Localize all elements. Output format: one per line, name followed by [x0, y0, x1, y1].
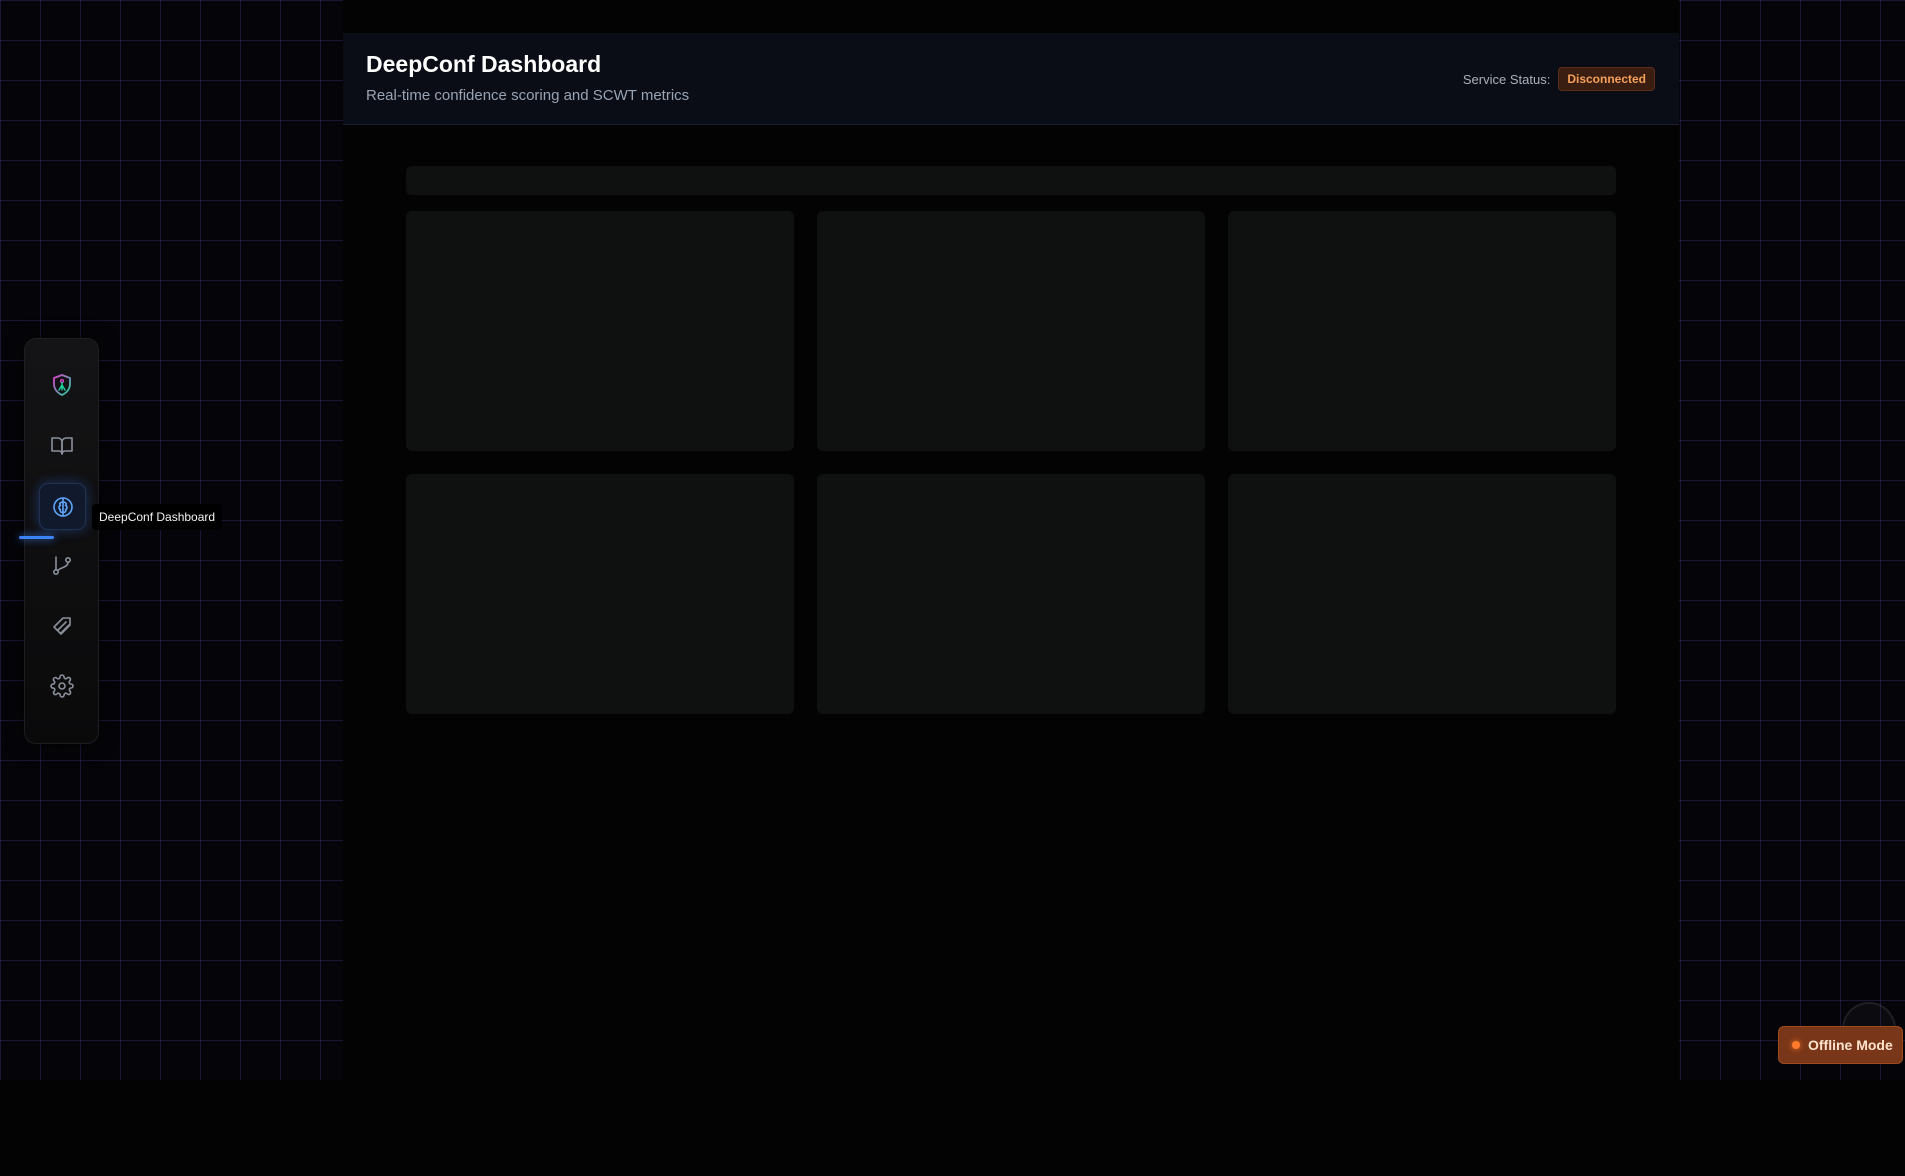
sidebar-item-knowledge[interactable]: [39, 423, 84, 468]
sidebar-item-layers[interactable]: [39, 603, 84, 648]
loading-skeleton-card: [1228, 474, 1616, 714]
offline-mode-label: Offline Mode: [1808, 1037, 1893, 1053]
sidebar: [24, 338, 99, 744]
brain-icon: [52, 496, 73, 517]
bottom-band: [0, 1080, 1905, 1176]
main-panel: DeepConf Dashboard Real-time confidence …: [343, 0, 1679, 1080]
book-open-icon: [50, 436, 73, 455]
offline-mode-badge[interactable]: Offline Mode: [1778, 1026, 1903, 1064]
sidebar-item-settings[interactable]: [39, 663, 84, 708]
loading-skeleton-card: [817, 211, 1205, 451]
service-status: Service Status: Disconnected: [1463, 67, 1655, 91]
layers-icon: [52, 616, 71, 635]
loading-skeleton-card: [406, 211, 794, 451]
status-badge: Disconnected: [1558, 67, 1655, 91]
gear-icon: [49, 673, 74, 698]
sidebar-tooltip: DeepConf Dashboard: [92, 504, 223, 530]
app-logo[interactable]: [39, 362, 84, 407]
page-header: DeepConf Dashboard Real-time confidence …: [343, 33, 1679, 125]
page-title: DeepConf Dashboard: [366, 51, 602, 77]
git-branch-icon: [52, 555, 71, 575]
offline-status-dot: [1792, 1041, 1800, 1049]
page-subtitle: Real-time confidence scoring and SCWT me…: [366, 87, 690, 104]
active-indicator: [19, 536, 54, 539]
sidebar-item-deepconf[interactable]: [39, 483, 86, 530]
loading-skeleton-card: [1228, 211, 1616, 451]
sidebar-item-git[interactable]: [39, 543, 84, 588]
loading-skeleton-card: [406, 474, 794, 714]
service-status-label: Service Status:: [1462, 71, 1551, 87]
loading-skeleton-bar: [406, 166, 1616, 195]
shield-logo-icon: [52, 373, 71, 396]
loading-skeleton-card: [817, 474, 1205, 714]
